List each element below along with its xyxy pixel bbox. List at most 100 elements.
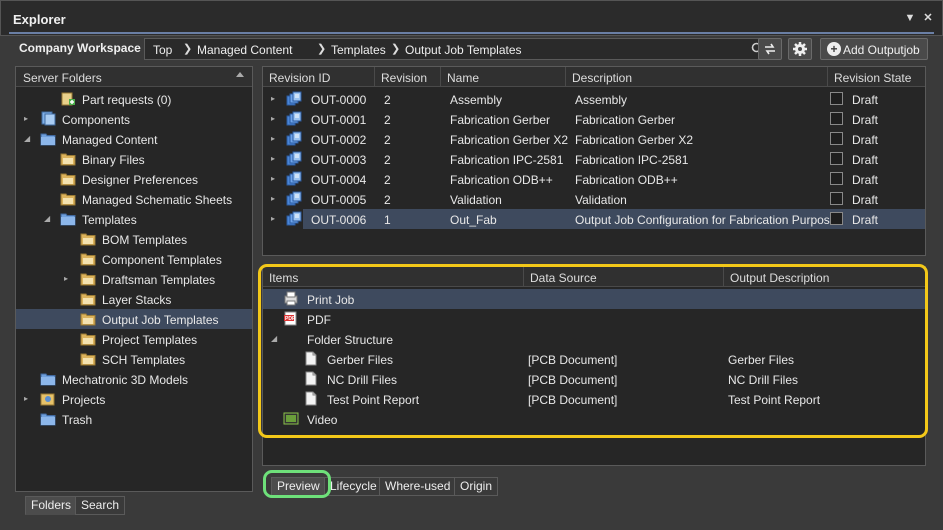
- preview-row[interactable]: Video: [263, 409, 925, 429]
- column-label: Revision State: [834, 71, 912, 85]
- preview-row[interactable]: Print Job: [263, 289, 925, 309]
- state-checkbox[interactable]: [830, 132, 843, 145]
- cell-revision-id: OUT-0006: [311, 213, 367, 227]
- tree-item[interactable]: Component Templates: [16, 249, 252, 269]
- column-header-output-description[interactable]: Output Description: [724, 267, 925, 287]
- table-row[interactable]: ▸ OUT-0001 2 Fabrication Gerber Fabrication …: [263, 109, 925, 129]
- breadcrumb-managed-content[interactable]: Managed Content: [197, 43, 292, 57]
- collapse-arrow-icon[interactable]: ◢: [271, 334, 277, 343]
- state-checkbox[interactable]: [830, 152, 843, 165]
- workspace-label: Company Workspace: [19, 41, 141, 55]
- tree-item[interactable]: Project Templates: [16, 329, 252, 349]
- settings-button[interactable]: [788, 38, 812, 60]
- expand-arrow-icon[interactable]: ▸: [271, 94, 275, 103]
- cell-name: Fabrication Gerber X2: [450, 133, 569, 147]
- state-checkbox[interactable]: [830, 212, 843, 225]
- folder-icon: [80, 351, 96, 366]
- breadcrumb-top[interactable]: Top: [153, 43, 172, 57]
- column-header-data-source[interactable]: Data Source: [524, 267, 724, 287]
- column-header-revision[interactable]: Revision: [375, 67, 441, 87]
- table-row[interactable]: ▸ OUT-0004 2 Fabrication ODB++ Fabrication O…: [263, 169, 925, 189]
- column-header-revision-state[interactable]: Revision State: [828, 67, 925, 87]
- expand-arrow-icon[interactable]: ▸: [64, 274, 72, 284]
- tree-item[interactable]: Designer Preferences: [16, 169, 252, 189]
- cell-name: Fabrication Gerber: [450, 113, 551, 127]
- dropdown-arrow-icon[interactable]: ▼: [903, 10, 917, 26]
- expand-arrow-icon[interactable]: ▸: [24, 394, 32, 404]
- expand-arrow-icon[interactable]: ▸: [271, 134, 275, 143]
- tab-folders[interactable]: Folders: [25, 496, 78, 515]
- folder-icon: [80, 271, 96, 286]
- state-checkbox[interactable]: [830, 92, 843, 105]
- tree-item[interactable]: SCH Templates: [16, 349, 252, 369]
- column-header-name[interactable]: Name: [441, 67, 566, 87]
- server-folders-header[interactable]: Server Folders: [16, 67, 252, 87]
- collapse-arrow-icon[interactable]: ◢: [44, 214, 52, 224]
- column-header-items[interactable]: Items: [263, 267, 524, 287]
- expand-arrow-icon[interactable]: ▸: [271, 214, 275, 223]
- refresh-button[interactable]: [758, 38, 782, 60]
- tree-item[interactable]: Binary Files: [16, 149, 252, 169]
- tree-item[interactable]: ◢ Managed Content: [16, 129, 252, 149]
- tree-item-label: Projects: [62, 393, 106, 407]
- tab-search[interactable]: Search: [75, 496, 126, 515]
- add-outputjob-button[interactable]: + Add Outputjob: [820, 38, 928, 60]
- expand-arrow-icon[interactable]: ▸: [271, 194, 275, 203]
- table-row[interactable]: ▸ OUT-0003 2 Fabrication IPC-2581 Fabricatio…: [263, 149, 925, 169]
- column-header-revision-id[interactable]: Revision ID: [263, 67, 375, 87]
- toolbar: Company Workspace ▼ Top ❯ Managed Conten…: [15, 38, 928, 62]
- cell-revision: 2: [384, 133, 391, 147]
- tree-item[interactable]: Managed Schematic Sheets: [16, 189, 252, 209]
- tree-item[interactable]: ◢ Templates: [16, 209, 252, 229]
- tree-item[interactable]: Output Job Templates: [16, 309, 252, 329]
- tree-item[interactable]: Trash: [16, 409, 252, 429]
- plus-icon: +: [827, 42, 841, 56]
- blue-folder-icon: [40, 413, 56, 426]
- projects-icon: [40, 391, 56, 406]
- cell-revision: 2: [384, 153, 391, 167]
- output-job-icon: [286, 111, 302, 126]
- chevron-right-icon: ❯: [391, 43, 401, 55]
- tab-where-used[interactable]: Where-used: [379, 477, 457, 496]
- tab-preview[interactable]: Preview: [271, 477, 326, 496]
- breadcrumb-templates[interactable]: Templates: [331, 43, 386, 57]
- state-checkbox[interactable]: [830, 172, 843, 185]
- folder-icon: [80, 333, 96, 346]
- preview-row[interactable]: ◢ Folder Structure: [263, 329, 925, 349]
- tree-item[interactable]: Layer Stacks: [16, 289, 252, 309]
- tab-origin[interactable]: Origin: [454, 477, 499, 496]
- expand-arrow-icon[interactable]: ▸: [271, 174, 275, 183]
- pdf-icon: PDF: [284, 311, 297, 326]
- preview-item-label: PDF: [307, 313, 331, 327]
- tree-item[interactable]: ▸ Projects: [16, 389, 252, 409]
- table-row[interactable]: ▸ OUT-0006 1 Out_Fab Output Job Configuratio…: [263, 209, 925, 229]
- preview-row[interactable]: Test Point Report [PCB Document] Test Poin…: [263, 389, 925, 409]
- workspace-selector[interactable]: Company Workspace ▼: [19, 41, 154, 59]
- preview-row[interactable]: Gerber Files [PCB Document] Gerber Files: [263, 349, 925, 369]
- state-checkbox[interactable]: [830, 192, 843, 205]
- expand-arrow-icon[interactable]: ▸: [24, 114, 32, 124]
- breadcrumb-output-job-templates[interactable]: Output Job Templates: [405, 43, 522, 57]
- tree-item[interactable]: ▸ Components: [16, 109, 252, 129]
- collapse-arrow-icon[interactable]: ◢: [24, 134, 32, 144]
- tree-item[interactable]: Mechatronic 3D Models: [16, 369, 252, 389]
- column-header-description[interactable]: Description: [566, 67, 828, 87]
- cell-revision-id: OUT-0002: [311, 133, 367, 147]
- preview-row[interactable]: NC Drill Files [PCB Document] NC Drill Fil…: [263, 369, 925, 389]
- part-requests-icon: [60, 91, 76, 106]
- expand-arrow-icon[interactable]: ▸: [271, 114, 275, 123]
- table-row[interactable]: ▸ OUT-0005 2 Validation Validation Draft: [263, 189, 925, 209]
- tree-item[interactable]: Part requests (0): [16, 89, 252, 109]
- close-icon[interactable]: ✕: [921, 10, 935, 26]
- table-row[interactable]: ▸ OUT-0000 2 Assembly Assembly Draft: [263, 89, 925, 109]
- folder-icon: [80, 273, 96, 286]
- expand-arrow-icon[interactable]: ▸: [271, 154, 275, 163]
- preview-row[interactable]: PDF PDF: [263, 309, 925, 329]
- tree-item[interactable]: BOM Templates: [16, 229, 252, 249]
- tab-lifecycle[interactable]: Lifecycle: [324, 477, 383, 496]
- table-row[interactable]: ▸ OUT-0002 2 Fabrication Gerber X2 Fabricati…: [263, 129, 925, 149]
- cell-name: Assembly: [450, 93, 503, 107]
- tree-item[interactable]: ▸ Draftsman Templates: [16, 269, 252, 289]
- tree-item-label: Binary Files: [82, 153, 145, 167]
- state-checkbox[interactable]: [830, 112, 843, 125]
